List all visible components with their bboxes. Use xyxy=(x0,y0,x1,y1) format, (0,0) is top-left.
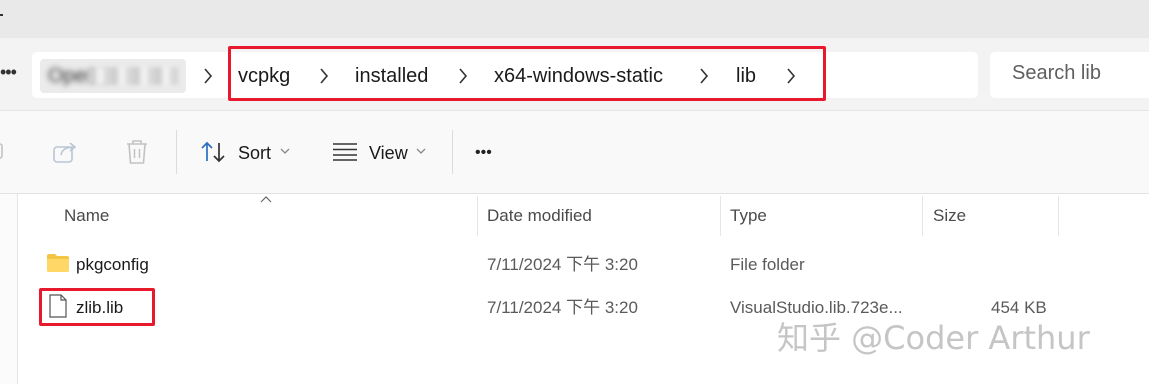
more-options-button[interactable]: ••• xyxy=(475,141,492,165)
breadcrumb-highlight-box xyxy=(228,46,826,101)
window-title-strip xyxy=(0,0,1149,38)
breadcrumb-overflow-button[interactable]: ••• xyxy=(0,62,24,86)
column-divider[interactable] xyxy=(720,196,721,236)
navigation-pane-edge xyxy=(0,194,18,384)
chevron-right-icon[interactable] xyxy=(202,66,214,86)
view-button-label[interactable]: View xyxy=(369,141,408,165)
file-type: File folder xyxy=(730,255,805,274)
view-icon[interactable] xyxy=(332,142,358,162)
toolbar-separator xyxy=(176,130,177,174)
date-modified: 7/11/2024 下午 3:20 xyxy=(487,298,638,317)
sort-icon[interactable] xyxy=(200,140,228,164)
column-header-name[interactable]: Name xyxy=(64,204,109,228)
search-placeholder: Search lib xyxy=(1012,62,1101,84)
column-divider[interactable] xyxy=(477,196,478,236)
toolbar-separator xyxy=(452,130,453,174)
column-divider[interactable] xyxy=(922,196,923,236)
folder-icon xyxy=(47,254,69,272)
search-input[interactable]: Search lib xyxy=(990,52,1149,98)
delete-icon[interactable] xyxy=(124,138,150,166)
copy-icon[interactable] xyxy=(0,140,6,164)
column-header-type[interactable]: Type xyxy=(730,204,767,228)
breadcrumb-item-blurred[interactable]: Openc xyxy=(40,59,186,93)
sort-button-label[interactable]: Sort xyxy=(238,141,271,165)
chevron-down-icon[interactable] xyxy=(280,147,290,155)
chevron-down-icon[interactable] xyxy=(416,147,426,155)
file-highlight-box xyxy=(39,288,155,326)
watermark: 知乎 @Coder Arthur xyxy=(777,319,1090,357)
blur-mosaic xyxy=(88,67,178,85)
title-dash xyxy=(0,14,3,16)
column-header-size[interactable]: Size xyxy=(933,204,966,228)
column-header-date-modified[interactable]: Date modified xyxy=(487,204,592,228)
column-divider[interactable] xyxy=(1058,196,1059,236)
date-modified: 7/11/2024 下午 3:20 xyxy=(487,255,638,274)
command-toolbar xyxy=(0,110,1149,194)
file-name[interactable]: pkgconfig xyxy=(76,253,149,277)
file-type: VisualStudio.lib.723e... xyxy=(730,298,903,317)
sort-ascending-icon xyxy=(260,196,272,203)
file-size: 454 KB xyxy=(991,298,1047,317)
share-icon[interactable] xyxy=(52,139,80,165)
